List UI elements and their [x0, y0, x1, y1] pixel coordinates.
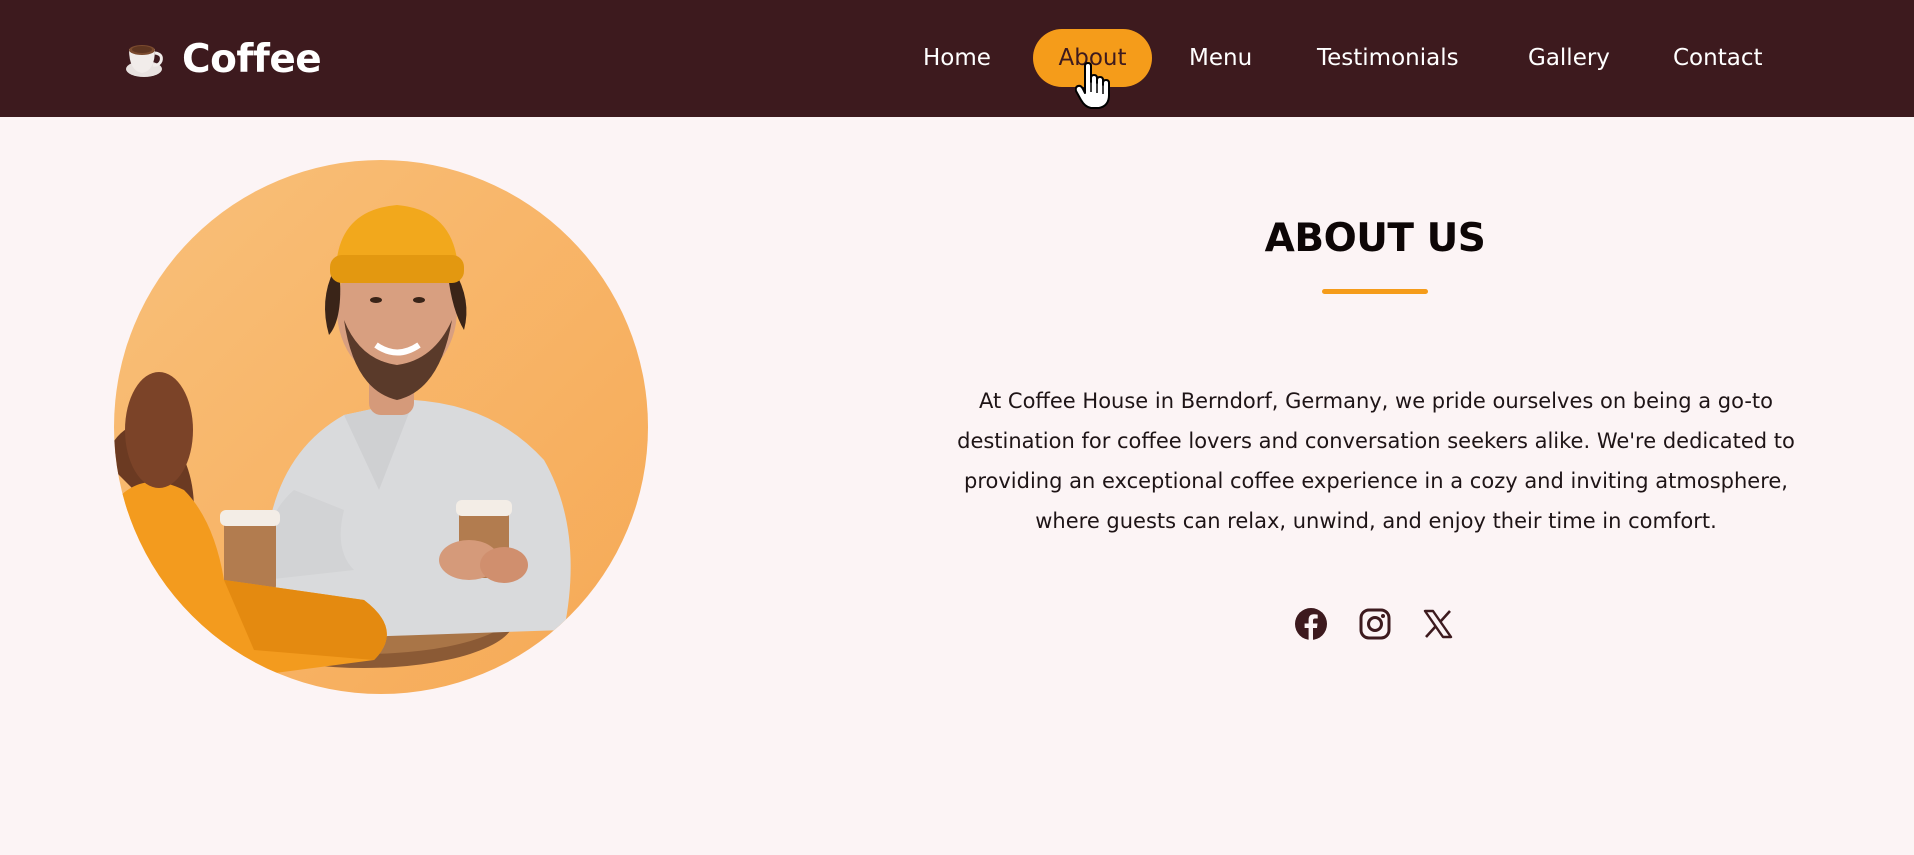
nav-menu[interactable]: Menu — [1189, 38, 1252, 78]
facebook-icon[interactable] — [1294, 607, 1328, 641]
coffee-cup-icon — [126, 45, 163, 77]
about-photo — [114, 160, 648, 694]
about-paragraph: At Coffee House in Berndorf, Germany, we… — [957, 389, 1795, 533]
heading-underline — [1322, 289, 1428, 294]
nav-home[interactable]: Home — [923, 38, 991, 78]
nav-contact[interactable]: Contact — [1673, 38, 1762, 78]
instagram-icon[interactable] — [1358, 607, 1392, 641]
logo[interactable]: Coffee — [122, 36, 322, 82]
nav-gallery[interactable]: Gallery — [1528, 38, 1610, 78]
brand-name: Coffee — [182, 36, 322, 82]
about-heading: ABOUT US — [1264, 216, 1486, 261]
x-icon[interactable] — [1421, 607, 1455, 641]
hand-cursor-icon — [1075, 62, 1110, 109]
nav-testimonials[interactable]: Testimonials — [1317, 38, 1459, 78]
navbar: Coffee Home About Menu Testimonials Gall… — [0, 0, 1914, 117]
